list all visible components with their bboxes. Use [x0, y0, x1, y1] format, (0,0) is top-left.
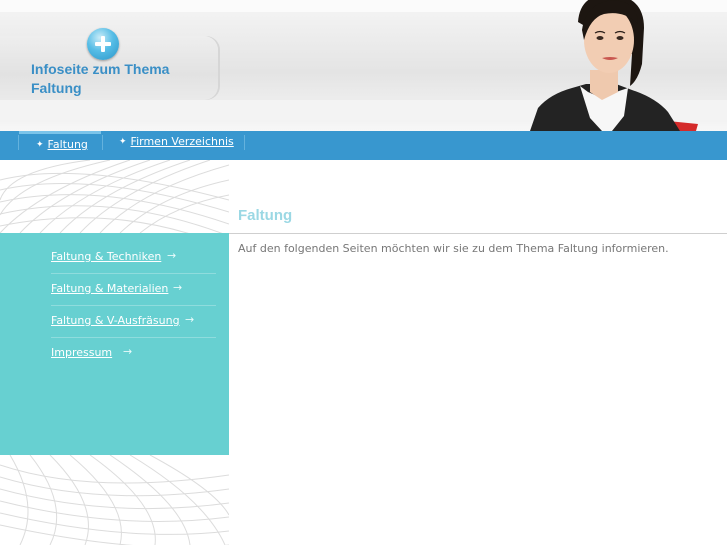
arrow-right-icon: → — [173, 281, 183, 294]
main-nav: ✦ Faltung ✦ Firmen Verzeichnis — [0, 131, 727, 160]
sidebar-item-label: Faltung & Materialien — [51, 282, 169, 295]
site-title: Infoseite zum Thema Faltung — [31, 61, 170, 96]
sidebar-link-v-ausfraesung[interactable]: Faltung & V-Ausfräsung — [51, 314, 180, 327]
sidebar: Faltung & Techniken → Faltung & Material… — [0, 233, 229, 455]
sidebar-link-impressum[interactable]: Impressum — [51, 346, 112, 359]
nav-item-label: Firmen Verzeichnis — [130, 135, 234, 148]
sidebar-menu: Faltung & Techniken → Faltung & Material… — [51, 242, 216, 369]
sidebar-link-techniken[interactable]: Faltung & Techniken — [51, 250, 161, 263]
arrow-right-icon: → — [167, 249, 177, 262]
decorative-curves-top — [0, 160, 229, 233]
decorative-curves-bottom — [0, 455, 229, 545]
nav-separator — [244, 135, 245, 150]
intro-text: Auf den folgenden Seiten möchten wir sie… — [238, 242, 669, 255]
arrow-right-icon: → — [123, 345, 133, 358]
nav-item-firmen-verzeichnis[interactable]: ✦ Firmen Verzeichnis — [119, 131, 234, 154]
sidebar-item-techniken: Faltung & Techniken → — [51, 242, 216, 274]
arrow-right-icon: → — [185, 313, 195, 326]
sidebar-item-v-ausfraesung: Faltung & V-Ausfräsung → — [51, 306, 216, 338]
sidebar-item-impressum: Impressum → — [51, 338, 216, 369]
sidebar-item-label: Impressum — [51, 346, 113, 359]
plus-circle-icon — [87, 28, 119, 60]
page-title: Faltung — [238, 207, 293, 224]
woman-photo — [530, 0, 698, 131]
sidebar-item-label: Faltung & V-Ausfräsung — [51, 314, 180, 327]
sidebar-link-materialien[interactable]: Faltung & Materialien — [51, 282, 168, 295]
sidebar-item-materialien: Faltung & Materialien → — [51, 274, 216, 306]
site-header: Infoseite zum Thema Faltung — [0, 0, 727, 131]
nav-item-label: Faltung — [47, 138, 88, 151]
nav-separator — [102, 135, 103, 150]
star-bullet-icon: ✦ — [36, 140, 44, 150]
nav-item-faltung[interactable]: ✦ Faltung — [19, 131, 101, 154]
star-bullet-icon: ✦ — [119, 137, 127, 147]
sidebar-item-label: Faltung & Techniken — [51, 250, 162, 263]
title-divider — [229, 233, 727, 234]
